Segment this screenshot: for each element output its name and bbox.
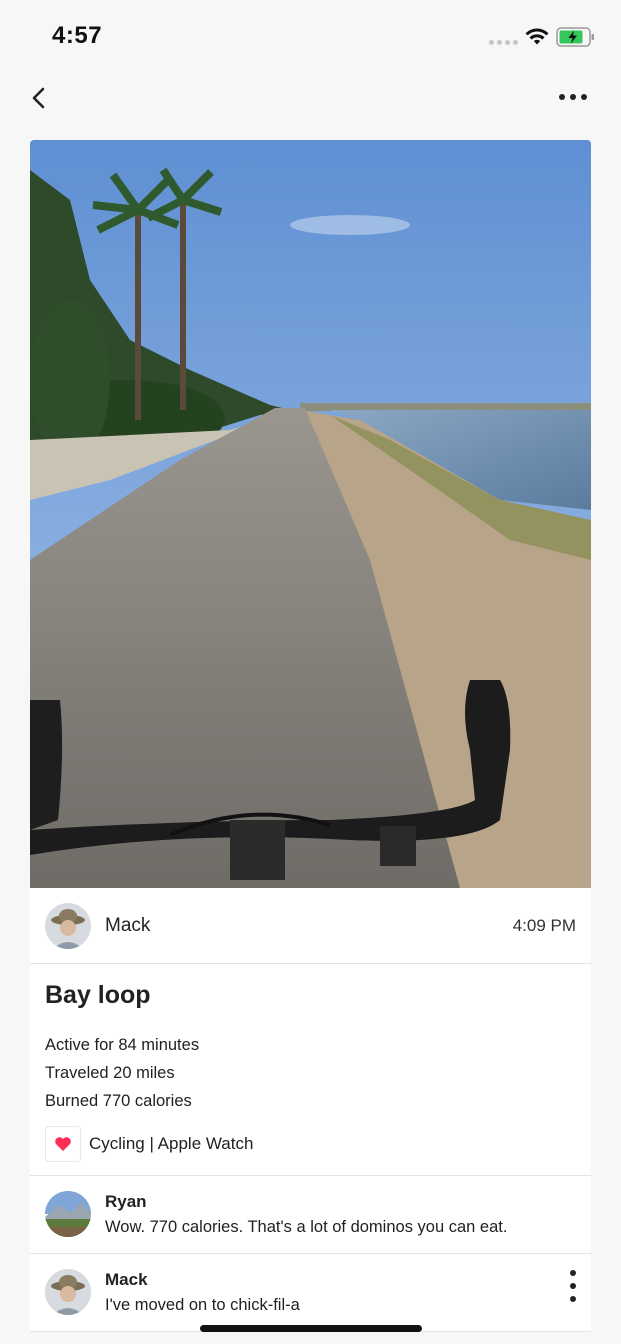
- comment-item: Mack I've moved on to chick-fil-a: [30, 1254, 591, 1332]
- workout-title: Bay loop: [45, 981, 151, 1009]
- stat-calories: Burned 770 calories: [45, 1092, 192, 1110]
- status-time: 4:57: [52, 22, 103, 49]
- battery-charging-icon: [556, 27, 594, 47]
- post-time: 4:09 PM: [512, 916, 576, 935]
- back-button[interactable]: [26, 82, 54, 114]
- wifi-icon: [525, 28, 549, 45]
- heart-icon: [45, 1126, 81, 1162]
- workout-details: Bay loop Active for 84 minutes Traveled …: [30, 964, 591, 1176]
- comment-text: Wow. 770 calories. That's a lot of domin…: [105, 1218, 508, 1236]
- commenter-avatar[interactable]: [45, 1269, 91, 1315]
- comment-author[interactable]: Ryan: [105, 1192, 147, 1212]
- comment-text: I've moved on to chick-fil-a: [105, 1296, 300, 1314]
- stat-active-time: Active for 84 minutes: [45, 1036, 200, 1054]
- cellular-signal-icon: [489, 40, 518, 45]
- author-avatar[interactable]: [45, 903, 91, 949]
- nav-bar: [0, 78, 621, 118]
- status-bar: 4:57: [0, 0, 621, 70]
- stat-distance: Traveled 20 miles: [45, 1064, 175, 1082]
- post-author-row: Mack 4:09 PM: [30, 888, 591, 964]
- post-photo[interactable]: [30, 140, 591, 888]
- workout-source-label: Cycling | Apple Watch: [89, 1134, 254, 1153]
- comment-options-button[interactable]: [567, 1270, 579, 1302]
- more-vertical-icon: [570, 1270, 576, 1276]
- comment-author[interactable]: Mack: [105, 1270, 148, 1290]
- post-card: Mack 4:09 PM Bay loop Active for 84 minu…: [30, 140, 591, 1332]
- workout-source: Cycling | Apple Watch: [45, 1126, 253, 1162]
- home-indicator[interactable]: [200, 1325, 422, 1332]
- chevron-left-icon: [32, 87, 45, 109]
- author-name[interactable]: Mack: [105, 915, 150, 937]
- commenter-avatar[interactable]: [45, 1191, 91, 1237]
- more-options-button[interactable]: [556, 90, 590, 104]
- more-horizontal-icon: [559, 94, 565, 100]
- comment-item: Ryan Wow. 770 calories. That's a lot of …: [30, 1176, 591, 1254]
